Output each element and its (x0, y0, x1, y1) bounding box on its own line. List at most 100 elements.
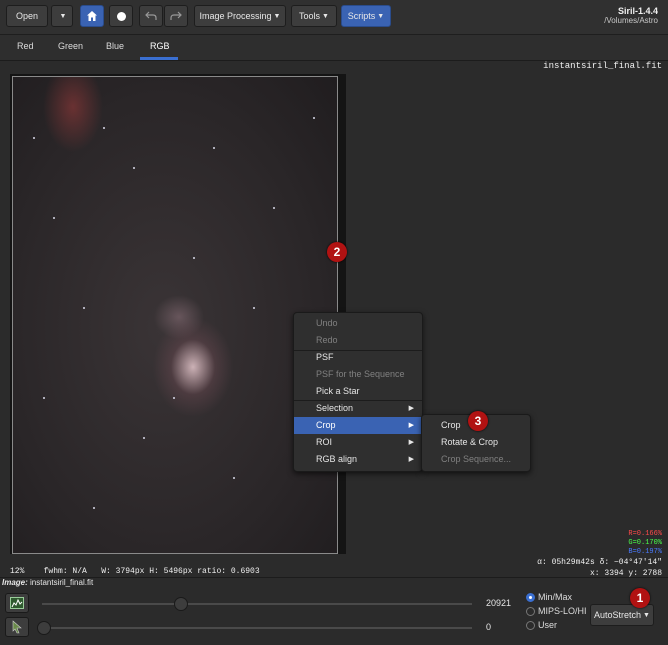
fwhm-value: fwhm: N/A (43, 567, 87, 576)
max-slider-handle[interactable] (174, 597, 188, 611)
stat-green: G=0.170% (628, 539, 662, 547)
radio-minmax-label: Min/Max (538, 592, 573, 602)
redo-icon (170, 11, 182, 20)
image-label-name: instantsiril_final.fit (30, 578, 94, 587)
tab-green[interactable]: Green (58, 41, 83, 51)
star (133, 167, 135, 169)
channel-tabs: Red Green Blue RGB (0, 35, 668, 61)
zoom-level: 12% (10, 567, 25, 576)
min-slider-handle[interactable] (37, 621, 51, 635)
star (173, 397, 175, 399)
min-slider-track[interactable] (42, 627, 472, 629)
menu-item-psf-sequence[interactable]: PSF for the Sequence (294, 366, 422, 383)
menu-item-rgb-align[interactable]: RGB align ▶ (294, 451, 422, 468)
radio-mips[interactable] (526, 607, 535, 616)
pointer-icon (12, 620, 22, 634)
circle-icon (116, 11, 126, 21)
active-tab-indicator (140, 57, 178, 60)
image-dimensions: W: 3794px H: 5496px ratio: 0.6903 (101, 567, 260, 576)
annotation-badge-1: 1 (630, 588, 650, 608)
tab-rgb[interactable]: RGB (150, 41, 170, 51)
menu-item-selection[interactable]: Selection ▶ (294, 400, 422, 417)
image-processing-menu[interactable]: Image Processing ▼ (194, 5, 286, 27)
coords-radec: α: 05h29m42s δ: −04°47'14" (537, 558, 662, 567)
menu-item-crop[interactable]: Crop ▶ (294, 417, 422, 434)
annotation-badge-3: 3 (468, 411, 488, 431)
tools-menu[interactable]: Tools ▼ (291, 5, 337, 27)
menu-item-pick-star[interactable]: Pick a Star (294, 383, 422, 400)
star (93, 507, 95, 509)
chevron-right-icon: ▶ (408, 405, 414, 412)
star (53, 217, 55, 219)
menu-item-selection-label: Selection (316, 403, 354, 413)
submenu-item-rotate-crop[interactable]: Rotate & Crop (422, 434, 530, 451)
redo-button[interactable] (164, 5, 188, 27)
chevron-right-icon: ▶ (408, 439, 414, 446)
chevron-down-icon: ▼ (322, 12, 329, 20)
undo-button[interactable] (139, 5, 163, 27)
menu-item-redo[interactable]: Redo (294, 332, 422, 349)
astro-image-selection[interactable] (12, 76, 338, 554)
menu-item-undo[interactable]: Undo (294, 315, 422, 332)
tab-red[interactable]: Red (17, 41, 34, 51)
image-label-key: Image: (2, 578, 28, 587)
working-directory: /Volumes/Astro (604, 16, 658, 25)
autostretch-label: AutoStretch (594, 610, 642, 620)
context-menu: Undo Redo PSF PSF for the Sequence Pick … (293, 312, 423, 472)
radio-user[interactable] (526, 621, 535, 630)
menu-item-roi[interactable]: ROI ▶ (294, 434, 422, 451)
star (313, 117, 315, 119)
star (83, 307, 85, 309)
star (253, 307, 255, 309)
menu-item-psf[interactable]: PSF (294, 349, 422, 366)
star (143, 437, 145, 439)
toolbar: Open ▼ Image Processing ▼ Tools ▼ Script… (0, 0, 668, 35)
star (193, 257, 195, 259)
histogram-icon (10, 597, 24, 609)
star (273, 207, 275, 209)
tab-blue[interactable]: Blue (106, 41, 124, 51)
max-value: 20921 (486, 598, 512, 608)
menu-item-rgb-align-label: RGB align (316, 454, 358, 464)
autostretch-dropdown[interactable]: AutoStretch ▼ (590, 604, 654, 626)
image-label: Image: instantsiril_final.fit (2, 578, 93, 587)
window-title: Siril-1.4.4 /Volumes/Astro (604, 6, 658, 25)
home-icon (87, 11, 97, 21)
radio-mips-label: MIPS-LO/HI (538, 606, 587, 616)
menu-item-roi-label: ROI (316, 437, 333, 447)
cursor-coordinates: α: 05h29m42s δ: −04°47'14" x: 3394 y: 27… (537, 557, 662, 579)
chevron-down-icon: ▼ (377, 12, 385, 20)
home-button[interactable] (80, 5, 104, 27)
livestack-button[interactable] (109, 5, 133, 27)
image-processing-label: Image Processing (199, 11, 272, 21)
radio-minmax[interactable] (526, 593, 535, 602)
chevron-down-icon: ▼ (273, 12, 281, 20)
chevron-right-icon: ▶ (408, 422, 414, 429)
submenu-item-crop-sequence[interactable]: Crop Sequence... (422, 451, 530, 468)
max-slider-track[interactable] (42, 603, 472, 605)
star (43, 397, 45, 399)
scripts-label: Scripts (347, 11, 376, 21)
tools-label: Tools (299, 11, 321, 21)
chevron-right-icon: ▶ (408, 456, 414, 463)
star (233, 477, 235, 479)
color-picker-button[interactable] (5, 617, 29, 637)
stat-red: R=0.166% (628, 530, 662, 538)
open-recent-dropdown[interactable]: ▼ (51, 5, 73, 27)
radio-user-label: User (538, 620, 558, 630)
scripts-menu[interactable]: Scripts ▼ (341, 5, 391, 27)
annotation-badge-2: 2 (327, 242, 347, 262)
open-button[interactable]: Open (6, 5, 48, 27)
channel-stats: R=0.166% G=0.170% B=0.197% (628, 530, 662, 557)
star (213, 147, 215, 149)
undo-icon (145, 11, 157, 20)
min-value: 0 (486, 622, 492, 632)
image-info-line: 12% fwhm: N/A W: 3794px H: 5496px ratio:… (10, 567, 260, 576)
stat-blue: B=0.197% (628, 548, 662, 556)
chevron-down-icon: ▼ (59, 12, 67, 20)
chevron-down-icon: ▼ (643, 611, 650, 619)
star (33, 137, 35, 139)
star (103, 127, 105, 129)
histogram-button[interactable] (5, 593, 29, 613)
viewer-filename: instantsiril_final.fit (543, 61, 662, 71)
